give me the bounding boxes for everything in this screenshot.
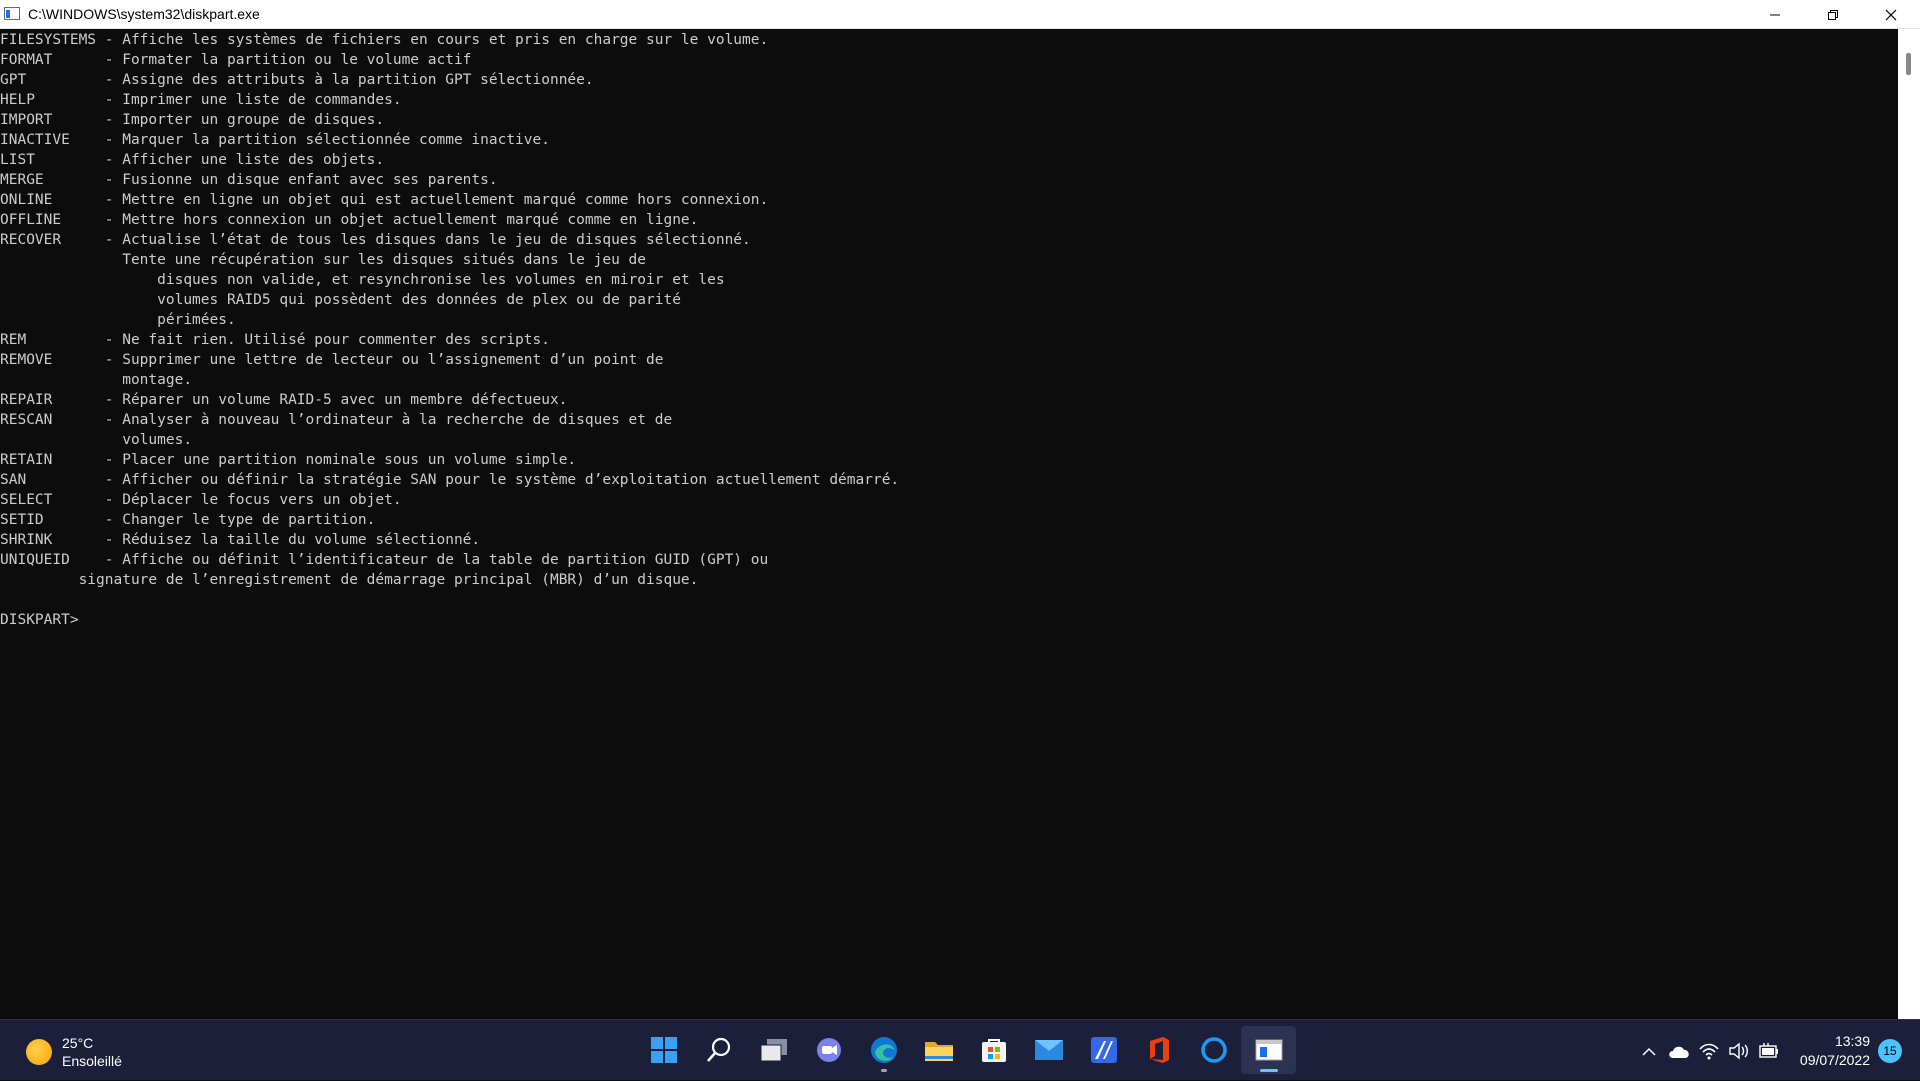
console-line: SELECT - Déplacer le focus vers un objet… (0, 492, 402, 508)
battery-charging-icon (1759, 1042, 1778, 1058)
console-line: RECOVER - Actualise l’état de tous les d… (0, 232, 751, 248)
battery-button[interactable] (1754, 1036, 1784, 1066)
console-line: DISKPART> (0, 612, 79, 628)
windows-logo-icon (650, 1037, 677, 1063)
console-line: SAN - Afficher ou définir la stratégie S… (0, 472, 900, 488)
office-icon (1149, 1037, 1169, 1063)
search-icon (706, 1037, 730, 1062)
console-line: périmées. (0, 312, 236, 328)
console-line: RETAIN - Placer une partition nominale s… (0, 452, 577, 468)
wifi-icon (1699, 1043, 1719, 1059)
clock-time: 13:39 (1834, 1032, 1870, 1049)
clock-date: 09/07/2022 (1799, 1051, 1870, 1068)
app-icon (1090, 1037, 1117, 1063)
weather-condition: Ensoleillé (62, 1053, 122, 1069)
show-hidden-icons-button[interactable] (1634, 1036, 1664, 1066)
chat-icon (816, 1038, 841, 1062)
active-indicator (1259, 1069, 1278, 1072)
restore-button[interactable] (1804, 0, 1862, 29)
window-title: C:\WINDOWS\system32\diskpart.exe (28, 6, 260, 22)
task-view-icon (760, 1039, 787, 1062)
folder-icon (924, 1042, 953, 1061)
mail-icon (1034, 1040, 1063, 1060)
console-output[interactable]: FILESYSTEMS - Affiche les systèmes de fi… (0, 29, 1898, 1019)
edge-button[interactable] (856, 1026, 911, 1074)
console-line: volumes RAID5 qui possèdent des données … (0, 292, 681, 308)
title-bar[interactable]: C:\WINDOWS\system32\diskpart.exe (0, 0, 1920, 29)
start-button[interactable] (636, 1026, 691, 1074)
weather-widget[interactable]: 25°C Ensoleillé (26, 1034, 122, 1070)
diskpart-button[interactable] (1241, 1026, 1296, 1074)
console-line: Tente une récupération sur les disques s… (0, 252, 647, 268)
console-line: REPAIR - Réparer un volume RAID-5 avec u… (0, 392, 568, 408)
console-line: MERGE - Fusionne un disque enfant avec s… (0, 172, 498, 188)
store-button[interactable] (966, 1026, 1021, 1074)
chevron-up-icon (1642, 1047, 1656, 1056)
console-line: FORMAT - Formater la partition ou le vol… (0, 52, 472, 68)
console-line: OFFLINE - Mettre hors connexion un objet… (0, 212, 699, 228)
console-line: signature de l’enregistrement de démarra… (0, 572, 699, 588)
restore-icon (1828, 9, 1838, 20)
cortana-button[interactable] (1186, 1026, 1241, 1074)
system-tray: 13:39 09/07/2022 15 (1634, 1020, 1920, 1081)
console-line: GPT - Assigne des attributs à la partiti… (0, 72, 594, 88)
console-icon (1255, 1039, 1282, 1061)
network-button[interactable] (1694, 1036, 1724, 1066)
chat-button[interactable] (801, 1026, 856, 1074)
console-line: montage. (0, 372, 193, 388)
console-line: REMOVE - Supprimer une lettre de lecteur… (0, 352, 664, 368)
scrollbar-thumb[interactable] (1906, 53, 1911, 75)
close-icon (1885, 9, 1897, 20)
search-button[interactable] (691, 1026, 746, 1074)
sun-icon (26, 1039, 52, 1065)
console-line: IMPORT - Importer un groupe de disques. (0, 112, 385, 128)
console-line: RESCAN - Analyser à nouveau l’ordinateur… (0, 412, 673, 428)
taskbar-apps (636, 1026, 1296, 1074)
console-line: SHRINK - Réduisez la taille du volume sé… (0, 532, 481, 548)
volume-button[interactable] (1724, 1036, 1754, 1066)
cortana-icon (1200, 1037, 1227, 1063)
taskbar: 25°C Ensoleillé 13:39 09/07/2022 15 (0, 1019, 1920, 1080)
close-button[interactable] (1862, 0, 1920, 29)
app-blue-button[interactable] (1076, 1026, 1131, 1074)
console-app-icon (4, 6, 22, 22)
task-view-button[interactable] (746, 1026, 801, 1074)
mail-button[interactable] (1021, 1026, 1076, 1074)
caption-buttons (1746, 0, 1920, 29)
office-button[interactable] (1131, 1026, 1186, 1074)
weather-temperature: 25°C (62, 1035, 94, 1051)
running-indicator (880, 1069, 887, 1072)
console-line: LIST - Afficher une liste des objets. (0, 152, 385, 168)
speaker-icon (1729, 1042, 1748, 1059)
console-line: disques non valide, et resynchronise les… (0, 272, 725, 288)
clock[interactable]: 13:39 09/07/2022 (1800, 1032, 1870, 1070)
console-line: INACTIVE - Marquer la partition sélectio… (0, 132, 550, 148)
console-line: SETID - Changer le type de partition. (0, 512, 376, 528)
console-line: HELP - Imprimer une liste de commandes. (0, 92, 402, 108)
console-line: ONLINE - Mettre en ligne un objet qui es… (0, 192, 769, 208)
minimize-icon (1770, 14, 1780, 15)
console-line: FILESYSTEMS - Affiche les systèmes de fi… (0, 32, 769, 48)
console-line: UNIQUEID - Affiche ou définit l’identifi… (0, 552, 769, 568)
vertical-scrollbar[interactable] (1898, 29, 1920, 1019)
file-explorer-button[interactable] (911, 1026, 966, 1074)
onedrive-button[interactable] (1664, 1036, 1694, 1066)
notification-badge[interactable]: 15 (1878, 1038, 1902, 1063)
cloud-icon (1669, 1046, 1689, 1058)
console-line: volumes. (0, 432, 193, 448)
console-line: REM - Ne fait rien. Utilisé pour comment… (0, 332, 550, 348)
minimize-button[interactable] (1746, 0, 1804, 29)
edge-icon (870, 1037, 897, 1063)
store-icon (981, 1039, 1006, 1062)
